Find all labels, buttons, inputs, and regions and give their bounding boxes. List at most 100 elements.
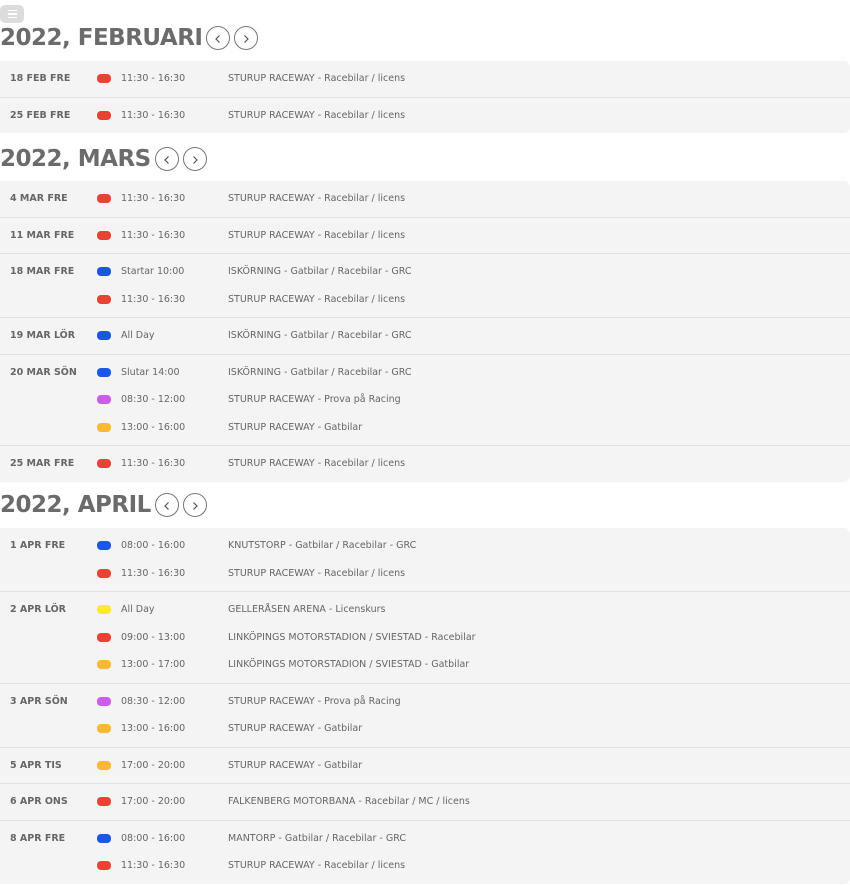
event-category-dot <box>97 605 111 615</box>
event-category-dot <box>97 568 111 578</box>
day-label: 20 MAR SÖN <box>10 366 77 378</box>
prev-month-button[interactable] <box>154 147 179 171</box>
event-title[interactable]: MANTORP - Gatbilar / Racebilar - GRC <box>228 833 406 844</box>
event-item[interactable]: 08:30 - 12:00 STURUP RACEWAY - Prova på R… <box>0 688 850 716</box>
event-time: 08:00 - 16:00 <box>121 832 186 844</box>
event-item[interactable]: 09:00 - 13:00 LINKÖPINGS MOTORSTADION / S… <box>0 624 850 652</box>
event-title[interactable]: STURUP RACEWAY - Racebilar / licens <box>228 193 405 204</box>
month-header: 2022, APRIL <box>0 490 207 520</box>
day-label: 4 MAR FRE <box>10 193 68 204</box>
event-item[interactable]: 13:00 - 16:00 STURUP RACEWAY - Gatbilar <box>0 414 850 442</box>
event-item[interactable]: Slutar 14:00 ISKÖRNING - Gatbilar / Raceb… <box>0 359 850 387</box>
event-item[interactable]: 08:00 - 16:00 MANTORP - Gatbilar / Racebi… <box>0 825 850 853</box>
menu-button[interactable] <box>0 5 24 23</box>
hamburger-menu-icon <box>7 9 17 12</box>
chevron-left-icon <box>162 496 172 515</box>
event-time: 09:00 - 13:00 <box>121 631 186 643</box>
event-time: 13:00 - 16:00 <box>121 421 186 433</box>
event-title[interactable]: STURUP RACEWAY - Racebilar / licens <box>228 568 405 579</box>
event-item[interactable]: 11:30 - 16:30 STURUP RACEWAY - Racebilar … <box>0 102 850 130</box>
event-title[interactable]: ISKÖRNING - Gatbilar / Racebilar - GRC <box>228 330 412 341</box>
event-category-dot <box>97 194 111 204</box>
month-events-list: 18 FEB FRE 11:30 - 16:30 STURUP RACEWAY - … <box>0 61 850 133</box>
event-title[interactable]: LINKÖPINGS MOTORSTADION / SVIESTAD - Rac… <box>228 632 476 643</box>
event-title[interactable]: STURUP RACEWAY - Racebilar / licens <box>228 73 405 84</box>
event-time: All Day <box>121 330 155 342</box>
event-item[interactable]: 11:30 - 16:30 STURUP RACEWAY - Racebilar … <box>0 560 850 588</box>
event-category-dot <box>97 110 111 120</box>
month-header: 2022, FEBRUARI <box>0 23 259 53</box>
event-time: Slutar 14:00 <box>121 366 180 378</box>
event-time: 11:30 - 16:30 <box>121 567 186 579</box>
event-item[interactable]: 17:00 - 20:00 STURUP RACEWAY - Gatbilar <box>0 752 850 780</box>
event-title[interactable]: LINKÖPINGS MOTORSTADION / SVIESTAD - Gat… <box>228 659 469 670</box>
event-title[interactable]: STURUP RACEWAY - Racebilar / licens <box>228 860 405 871</box>
event-title[interactable]: STURUP RACEWAY - Racebilar / licens <box>228 294 405 305</box>
event-item[interactable]: 11:30 - 16:30 STURUP RACEWAY - Racebilar … <box>0 286 850 314</box>
day-label: 18 FEB FRE <box>10 73 71 84</box>
day-label: 5 APR TIS <box>10 759 62 771</box>
event-title[interactable]: STURUP RACEWAY - Racebilar / licens <box>228 230 405 241</box>
month-title: 2022, APRIL <box>0 492 151 518</box>
prev-month-button[interactable] <box>154 493 179 517</box>
event-title[interactable]: KNUTSTORP - Gatbilar / Racebilar - GRC <box>228 540 416 551</box>
event-title[interactable]: STURUP RACEWAY - Prova på Racing <box>228 394 401 405</box>
event-title[interactable]: STURUP RACEWAY - Gatbilar <box>228 723 362 734</box>
event-item[interactable]: All Day GELLERÅSEN ARENA - Licenskurs <box>0 596 850 624</box>
day-row: 2 APR LÖR All Day GELLERÅSEN ARENA - Licen… <box>0 592 850 684</box>
day-row: 4 MAR FRE 11:30 - 16:30 STURUP RACEWAY - R… <box>0 181 850 218</box>
day-label: 6 APR ONS <box>10 796 68 807</box>
event-item[interactable]: 13:00 - 17:00 LINKÖPINGS MOTORSTADION / S… <box>0 651 850 679</box>
event-time: 11:30 - 16:30 <box>121 293 186 305</box>
event-category-dot <box>97 797 111 807</box>
month-title: 2022, MARS <box>0 146 151 172</box>
event-item[interactable]: All Day ISKÖRNING - Gatbilar / Racebilar … <box>0 322 850 350</box>
event-time: 13:00 - 16:00 <box>121 723 186 735</box>
event-item[interactable]: Startar 10:00 ISKÖRNING - Gatbilar / Race… <box>0 258 850 286</box>
day-row: 5 APR TIS 17:00 - 20:00 STURUP RACEWAY - G… <box>0 748 850 784</box>
event-category-dot <box>97 422 111 432</box>
event-title[interactable]: STURUP RACEWAY - Racebilar / licens <box>228 458 405 469</box>
day-label: 11 MAR FRE <box>10 229 75 241</box>
day-label: 25 FEB FRE <box>10 109 71 121</box>
event-category-dot <box>97 696 111 706</box>
day-label: 19 MAR LÖR <box>10 330 76 341</box>
event-item[interactable]: 17:00 - 20:00 FALKENBERG MOTORBANA - Race… <box>0 788 850 816</box>
event-category-dot <box>97 459 111 469</box>
day-row: 19 MAR LÖR All Day ISKÖRNING - Gatbilar / … <box>0 318 850 355</box>
day-label: 18 MAR FRE <box>10 266 75 277</box>
chevron-right-icon <box>241 29 251 48</box>
event-item[interactable]: 11:30 - 16:30 STURUP RACEWAY - Racebilar … <box>0 65 850 93</box>
prev-month-button[interactable] <box>206 26 231 50</box>
event-item[interactable]: 11:30 - 16:30 STURUP RACEWAY - Racebilar … <box>0 450 850 478</box>
day-row: 20 MAR SÖN Slutar 14:00 ISKÖRNING - Gatbil… <box>0 355 850 446</box>
event-title[interactable]: ISKÖRNING - Gatbilar / Racebilar - GRC <box>228 266 412 277</box>
event-item[interactable]: 11:30 - 16:30 STURUP RACEWAY - Racebilar … <box>0 185 850 213</box>
event-item[interactable]: 11:30 - 16:30 STURUP RACEWAY - Racebilar … <box>0 852 850 880</box>
event-category-dot <box>97 632 111 642</box>
event-time: 08:30 - 12:00 <box>121 394 186 406</box>
event-title[interactable]: STURUP RACEWAY - Prova på Racing <box>228 696 401 707</box>
event-time: 17:00 - 20:00 <box>121 759 186 771</box>
event-time: 08:30 - 12:00 <box>121 695 186 707</box>
event-title[interactable]: FALKENBERG MOTORBANA - Racebilar / MC / … <box>228 796 470 807</box>
event-item[interactable]: 13:00 - 16:00 STURUP RACEWAY - Gatbilar <box>0 715 850 743</box>
event-time: All Day <box>121 604 155 616</box>
next-month-button[interactable] <box>182 493 207 517</box>
event-title[interactable]: STURUP RACEWAY - Gatbilar <box>228 760 362 771</box>
event-time: 13:00 - 17:00 <box>121 659 186 671</box>
event-category-dot <box>97 724 111 734</box>
event-item[interactable]: 08:30 - 12:00 STURUP RACEWAY - Prova på R… <box>0 386 850 414</box>
event-item[interactable]: 11:30 - 16:30 STURUP RACEWAY - Racebilar … <box>0 222 850 250</box>
event-title[interactable]: STURUP RACEWAY - Gatbilar <box>228 422 362 433</box>
event-item[interactable]: 08:00 - 16:00 KNUTSTORP - Gatbilar / Race… <box>0 532 850 560</box>
event-category-dot <box>97 833 111 843</box>
month-events-list: 4 MAR FRE 11:30 - 16:30 STURUP RACEWAY - R… <box>0 181 850 482</box>
event-title[interactable]: ISKÖRNING - Gatbilar / Racebilar - GRC <box>228 367 412 378</box>
day-row: 11 MAR FRE 11:30 - 16:30 STURUP RACEWAY - … <box>0 218 850 254</box>
day-label: 25 MAR FRE <box>10 458 75 469</box>
event-title[interactable]: GELLERÅSEN ARENA - Licenskurs <box>228 604 385 615</box>
event-title[interactable]: STURUP RACEWAY - Racebilar / licens <box>228 110 405 121</box>
next-month-button[interactable] <box>182 147 207 171</box>
next-month-button[interactable] <box>234 26 259 50</box>
